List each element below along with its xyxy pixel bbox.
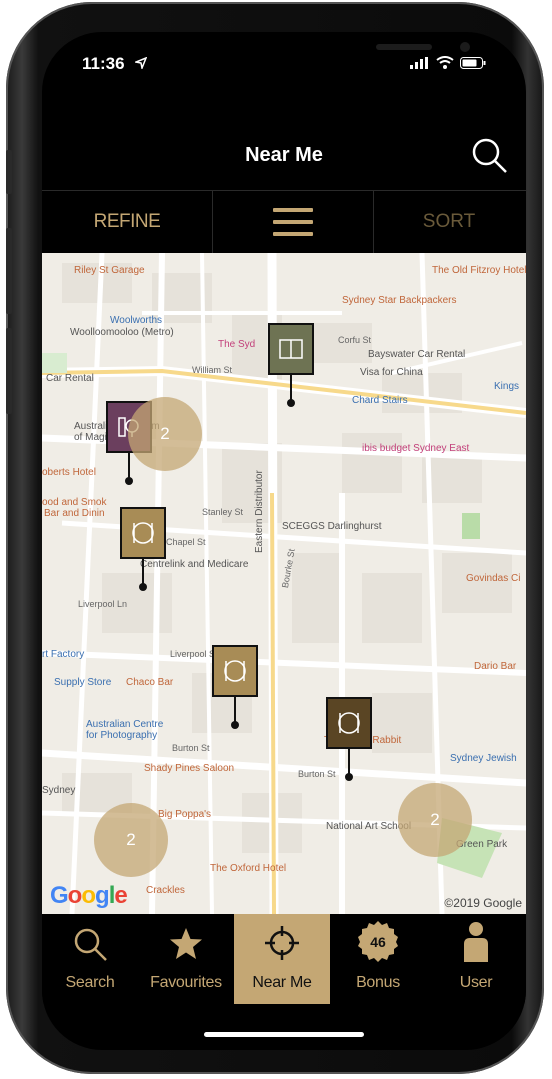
search-icon <box>472 138 507 173</box>
map-label: Riley St Garage <box>74 265 145 276</box>
map-label: Burton St <box>298 769 336 779</box>
refine-button[interactable]: REFINE <box>42 191 212 253</box>
google-logo: Google <box>50 882 128 909</box>
venue-icon <box>268 323 314 375</box>
map-label: Stanley St <box>202 507 244 517</box>
tab-label: Near Me <box>252 974 312 991</box>
venue-pin[interactable] <box>268 323 316 407</box>
tab-label: User <box>459 974 493 991</box>
map-label: Chapel St <box>166 537 206 547</box>
crosshair-icon <box>265 926 299 960</box>
notch <box>164 32 470 62</box>
map-view[interactable]: Riley St Garage Sydney Star Backpackers … <box>42 253 526 914</box>
signal-icon <box>410 56 428 69</box>
map-label: Woolloomooloo (Metro) <box>70 327 174 338</box>
map-label: Bayswater Car Rental <box>368 349 466 360</box>
tab-label: Search <box>65 974 115 991</box>
tab-search[interactable]: Search <box>42 914 138 1004</box>
map-label: SCEGGS Darlinghurst <box>282 521 382 532</box>
header: Near Me <box>42 128 526 188</box>
tab-label: Favourites <box>150 974 222 991</box>
map-label: ibis budget Sydney East <box>362 443 470 454</box>
map-label: Chaco Bar <box>126 677 174 688</box>
map-label: Australian Centre <box>86 719 164 730</box>
map-label: Burton St <box>172 743 210 753</box>
page-title: Near Me <box>245 144 323 166</box>
map-label: The Syd <box>218 339 256 350</box>
map-label: Big Poppa's <box>158 809 212 820</box>
map-label: The Old Fitzroy Hotel <box>432 265 526 276</box>
speaker <box>376 44 432 50</box>
map-label: Shady Pines Saloon <box>144 763 235 774</box>
map-label: oberts Hotel <box>42 467 96 478</box>
search-icon <box>74 928 107 961</box>
bonus-count: 46 <box>370 934 386 950</box>
map-label: Eastern Distributor <box>254 470 265 553</box>
status-icons <box>410 56 486 69</box>
camera <box>460 42 470 52</box>
map-label: Visa for China <box>360 367 423 378</box>
status-time: 11:36 <box>82 54 125 73</box>
mute-switch <box>6 150 12 194</box>
map-label: Sydney Star Backpackers <box>342 295 457 306</box>
map-label: Crackles <box>146 885 185 896</box>
hamburger-icon <box>273 208 313 236</box>
map-label: ood and Smok <box>42 497 107 508</box>
map-label: rt Factory <box>42 649 85 660</box>
map-label: Woolworths <box>110 315 163 326</box>
map-label: Bar and Dinin <box>44 508 105 519</box>
map-label: Govindas Ci <box>466 573 521 584</box>
cluster-marker[interactable]: 2 <box>128 397 202 471</box>
location-arrow-icon <box>133 56 148 74</box>
map-label: Liverpool St <box>170 649 218 659</box>
map-copyright: ©2019 Google <box>444 896 522 910</box>
tab-bonus[interactable]: 46 Bonus <box>330 914 426 1004</box>
map-label: Sydney Jewish <box>450 753 517 764</box>
tab-label: Bonus <box>356 974 400 991</box>
screen: 11:36 Near Me REFINE SORT Riley St Garag… <box>42 32 526 1050</box>
map-label: Kings <box>494 381 520 392</box>
venue-icon <box>212 645 258 697</box>
user-icon <box>464 922 488 962</box>
home-indicator[interactable] <box>204 1032 364 1037</box>
venue-pin[interactable] <box>120 507 168 591</box>
tab-bar: Search Favourites Near Me 46 Bonus User <box>42 914 526 1004</box>
volume-up-button <box>6 228 12 314</box>
search-button[interactable] <box>470 136 510 176</box>
venue-pin[interactable] <box>326 697 374 781</box>
map-label: Liverpool Ln <box>78 599 128 609</box>
star-icon <box>170 928 202 959</box>
map-label: Supply Store <box>54 677 112 688</box>
map-label: Chard Stairs <box>352 395 408 406</box>
venue-icon <box>120 507 166 559</box>
wifi-icon <box>436 56 454 69</box>
tab-user[interactable]: User <box>426 914 526 1004</box>
battery-icon <box>460 56 486 69</box>
filter-bar: REFINE SORT <box>42 190 526 254</box>
volume-down-button <box>6 328 12 414</box>
tab-near-me[interactable]: Near Me <box>234 914 330 1004</box>
sort-button[interactable]: SORT <box>372 191 526 253</box>
map-label: The Oxford Hotel <box>210 863 287 874</box>
cluster-marker[interactable]: 2 <box>94 803 168 877</box>
venue-icon <box>326 697 372 749</box>
menu-button[interactable] <box>212 191 374 253</box>
map-label: Car Rental <box>46 373 94 384</box>
map-label: for Photography <box>86 730 158 741</box>
map-label: William St <box>192 365 232 375</box>
map-label: Corfu St <box>338 335 372 345</box>
tab-favourites[interactable]: Favourites <box>138 914 234 1004</box>
map-label: Dario Bar <box>474 661 517 672</box>
map-label: Sydney <box>42 785 76 796</box>
venue-pin[interactable] <box>212 645 260 729</box>
cluster-marker[interactable]: 2 <box>398 783 472 857</box>
